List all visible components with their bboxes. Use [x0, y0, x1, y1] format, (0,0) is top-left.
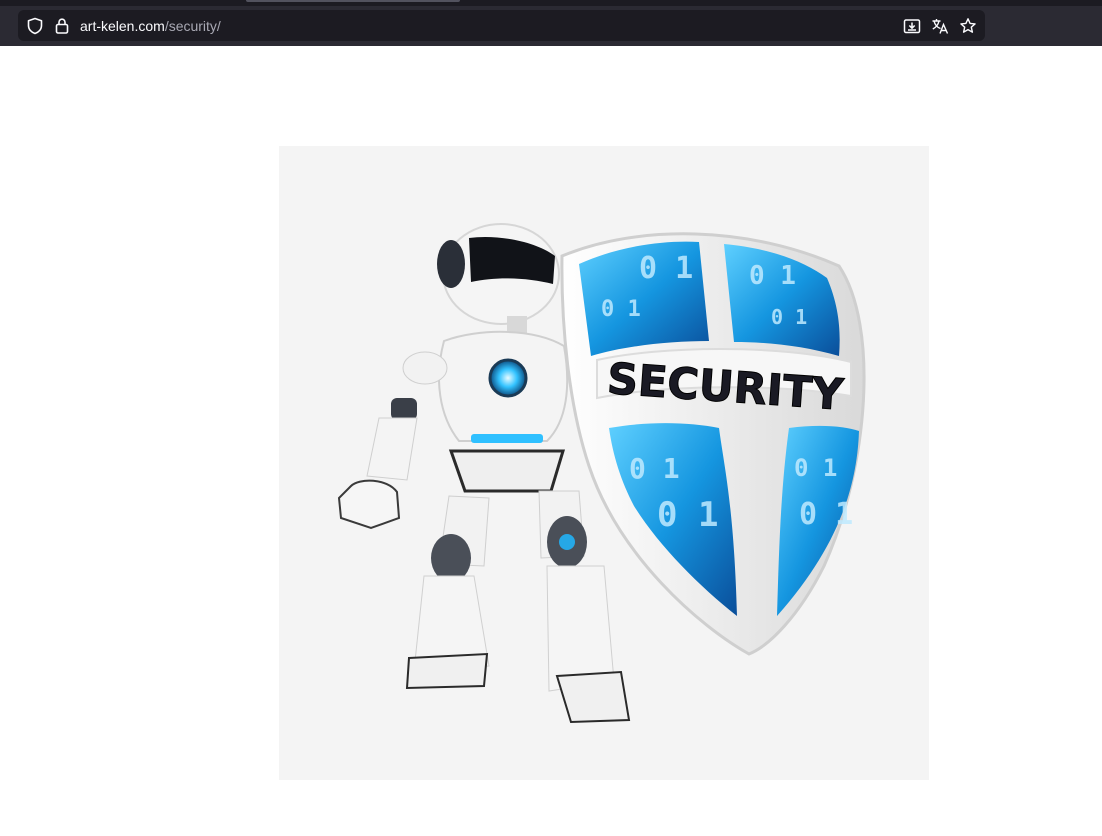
page-content: 0 1 0 1 0 1 0 1 0 1 0 1 0 1 0 1 SECURITY: [0, 46, 1102, 836]
svg-text:0 1: 0 1: [639, 251, 693, 286]
lock-icon[interactable]: [53, 17, 71, 35]
svg-text:0 1: 0 1: [629, 452, 680, 485]
url-path: /security/: [164, 18, 221, 34]
browser-toolbar: art-kelen.com/security/: [0, 0, 1102, 46]
translate-icon[interactable]: [931, 17, 949, 35]
svg-text:0 1: 0 1: [749, 261, 796, 291]
tab-strip: [0, 0, 1102, 6]
url-domain: art-kelen.com: [80, 18, 165, 34]
svg-text:0 1: 0 1: [601, 297, 641, 322]
svg-text:0 1: 0 1: [771, 305, 807, 329]
address-bar[interactable]: art-kelen.com/security/: [18, 10, 985, 41]
active-tab-edge[interactable]: [246, 0, 460, 2]
shield-icon[interactable]: [26, 17, 44, 35]
shield-graphic: 0 1 0 1 0 1 0 1 0 1 0 1 0 1 0 1 SECURITY: [560, 232, 866, 656]
star-icon[interactable]: [959, 17, 977, 35]
svg-text:0 1: 0 1: [657, 495, 718, 535]
download-icon[interactable]: [903, 17, 921, 35]
svg-text:0 1: 0 1: [794, 454, 837, 482]
svg-text:0 1: 0 1: [799, 497, 853, 532]
url-text[interactable]: art-kelen.com/security/: [80, 17, 221, 35]
security-robot-image[interactable]: 0 1 0 1 0 1 0 1 0 1 0 1 0 1 0 1 SECURITY: [279, 146, 929, 780]
